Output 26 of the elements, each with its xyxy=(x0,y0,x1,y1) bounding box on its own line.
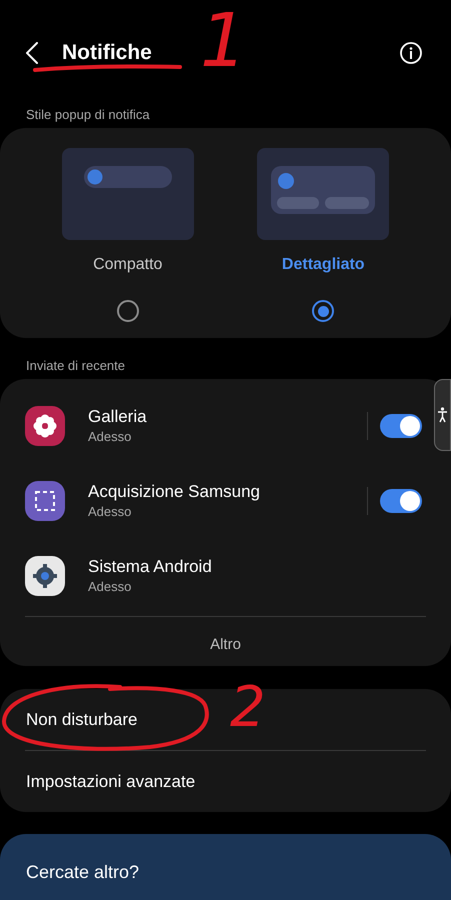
dashed-square-icon xyxy=(25,480,65,520)
promo-banner[interactable]: Cercate altro? xyxy=(0,834,451,900)
app-name: Galleria xyxy=(88,406,148,428)
handwritten-number: 1 xyxy=(200,4,248,78)
app-time: Adesso xyxy=(88,502,132,520)
radio-button[interactable] xyxy=(312,300,334,322)
page-title: Notifiche xyxy=(62,40,152,66)
app-name: Sistema Android xyxy=(88,556,213,578)
app-name: Acquisizione Samsung xyxy=(88,480,261,502)
accessibility-handle[interactable] xyxy=(434,379,451,451)
settings-item[interactable]: Non disturbare xyxy=(26,706,138,732)
radio-button[interactable] xyxy=(116,300,139,322)
info-icon[interactable] xyxy=(399,41,423,65)
toggle-switch[interactable] xyxy=(380,414,422,438)
more-button[interactable]: Altro xyxy=(0,617,451,673)
app-time: Adesso xyxy=(88,428,132,446)
app-time: Adesso xyxy=(88,578,132,596)
option-label: Compatto xyxy=(93,255,162,275)
gear-icon xyxy=(25,556,65,596)
flower-icon xyxy=(25,406,65,446)
toggle-switch[interactable] xyxy=(380,488,422,512)
option-label: Dettagliato xyxy=(282,255,365,275)
settings-item[interactable]: Impostazioni avanzate xyxy=(26,768,196,794)
section-label: Stile popup di notifica xyxy=(25,106,151,124)
handwritten-number: 2 xyxy=(230,680,266,736)
section-label: Inviate di recente xyxy=(25,357,126,375)
